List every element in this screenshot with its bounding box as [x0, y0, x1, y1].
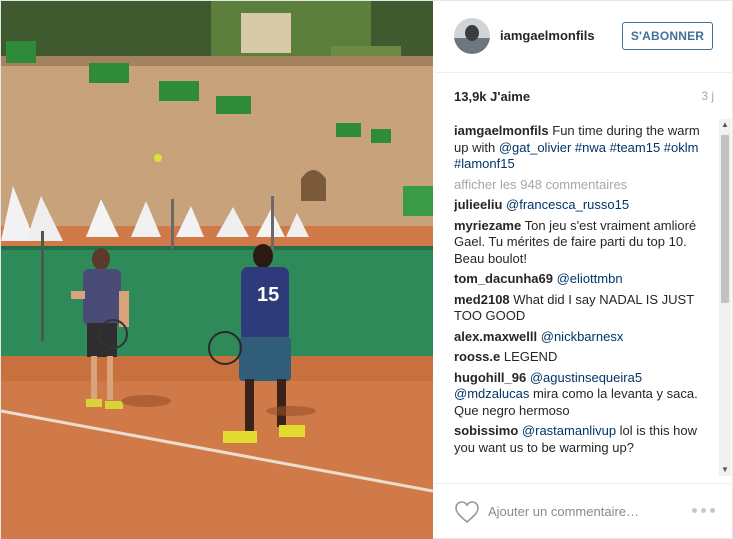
caption-mention[interactable]: @gat_olivier: [499, 140, 571, 155]
comments-scrollbar[interactable]: ▲ ▼: [719, 119, 731, 476]
comment-username[interactable]: tom_dacunha69: [454, 271, 553, 286]
caption-username[interactable]: iamgaelmonfils: [454, 123, 549, 138]
tennis-court-photo: 15: [1, 1, 433, 539]
comment-item: hugohill_96 @agustinsequeira5 @mdzalucas…: [454, 370, 716, 420]
comment-mention[interactable]: @nickbarnesx: [541, 329, 624, 344]
caption: iamgaelmonfils Fun time during the warm …: [454, 123, 716, 173]
add-comment-input[interactable]: [488, 501, 678, 521]
comment-item: rooss.e LEGEND: [454, 349, 716, 366]
comment-username[interactable]: julieeliu: [454, 197, 502, 212]
post-details-panel: iamgaelmonfils S'ABONNER 13,9k J'aime 3 …: [434, 1, 733, 539]
comment-mention[interactable]: @rastamanlivup: [522, 423, 616, 438]
more-options-icon[interactable]: [690, 502, 718, 518]
comment-username[interactable]: myriezame: [454, 218, 521, 233]
comments-list[interactable]: iamgaelmonfils Fun time during the warm …: [454, 123, 716, 473]
jersey-number: 15: [257, 284, 279, 306]
post-footer: [434, 483, 733, 539]
instagram-post: 15 iamgaelmonfils S'ABONNER 13,9k J'aime…: [0, 0, 733, 539]
comment-mention[interactable]: @eliottmbn: [557, 271, 623, 286]
post-header: iamgaelmonfils S'ABONNER: [434, 1, 733, 73]
post-stats: 13,9k J'aime 3 j: [454, 89, 714, 107]
comment-mention[interactable]: @francesca_russo15: [506, 197, 629, 212]
comment-username[interactable]: rooss.e: [454, 349, 500, 364]
post-photo[interactable]: 15: [1, 1, 433, 539]
comment-item: myriezame Ton jeu s'est vraiment amlioré…: [454, 218, 716, 268]
comment-text: LEGEND: [503, 349, 558, 364]
comment-item: julieeliu @francesca_russo15: [454, 197, 716, 214]
comment-item: alex.maxwelll @nickbarnesx: [454, 329, 716, 346]
avatar-head: [465, 25, 479, 41]
comment-item: med2108 What did I say NADAL IS JUST TOO…: [454, 292, 716, 325]
comment-username[interactable]: sobissimo: [454, 423, 518, 438]
comment-username[interactable]: alex.maxwelll: [454, 329, 537, 344]
comment-item: sobissimo @rastamanlivup lol is this how…: [454, 423, 716, 456]
follow-button[interactable]: S'ABONNER: [622, 22, 713, 50]
scroll-up-arrow-icon[interactable]: ▲: [719, 119, 731, 131]
likes-count[interactable]: 13,9k J'aime: [454, 89, 530, 104]
avatar[interactable]: [454, 18, 490, 54]
scroll-down-arrow-icon[interactable]: ▼: [719, 464, 731, 476]
comment-username[interactable]: med2108: [454, 292, 510, 307]
comment-item: tom_dacunha69 @eliottmbn: [454, 271, 716, 288]
scrollbar-thumb[interactable]: [721, 135, 729, 303]
username-link[interactable]: iamgaelmonfils: [500, 28, 595, 43]
view-more-comments[interactable]: afficher les 948 commentaires: [454, 177, 716, 194]
post-age[interactable]: 3 j: [701, 89, 714, 103]
heart-icon[interactable]: [454, 500, 480, 524]
comment-username[interactable]: hugohill_96: [454, 370, 526, 385]
